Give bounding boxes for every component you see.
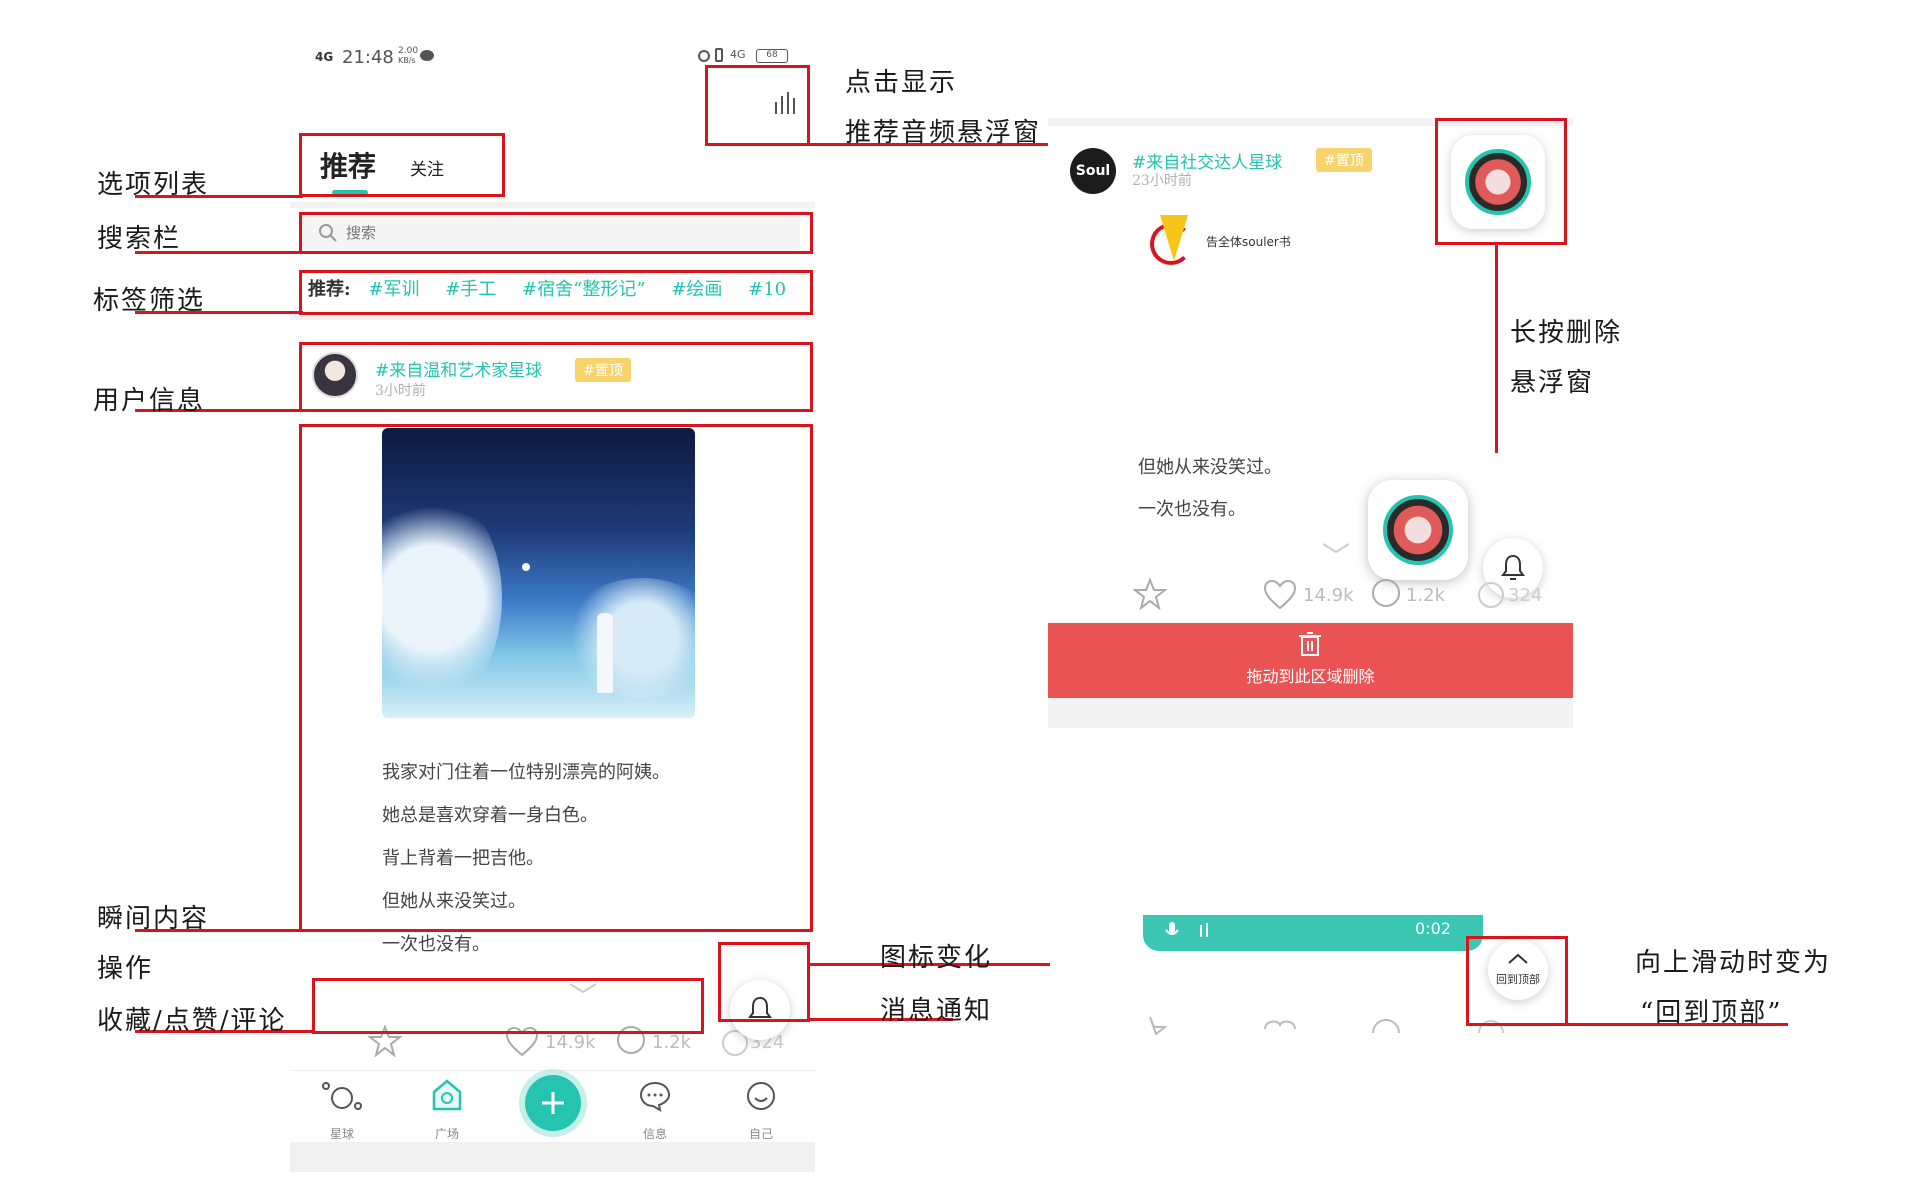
annotation-label-search: 搜索栏 [97,224,182,254]
annotation-label-audio-float: 推荐音频悬浮窗 [845,118,1042,148]
wechat-icon [420,50,434,61]
annotation-label-operations-detail: 收藏/点赞/评论 [97,1006,287,1036]
mic-icon [1165,922,1179,935]
annotation-box-search [299,212,813,254]
annotation-label-slideup-2: “回到顶部” [1640,998,1783,1028]
nav-label-square[interactable]: 广场 [417,1125,477,1142]
like-count: 14.9k [545,1032,596,1053]
star-icon[interactable] [1133,1015,1167,1035]
heart-icon[interactable] [1263,580,1297,610]
add-post-button[interactable] [525,1075,581,1131]
delete-zone-label: 拖动到此区域删除 [1246,667,1375,686]
square-icon[interactable] [430,1078,464,1112]
smile-icon[interactable] [745,1080,777,1112]
delete-drop-zone[interactable]: 拖动到此区域删除 [1048,623,1573,698]
vibrate-icon [715,48,723,62]
annotation-label-click-show: 点击显示 [845,68,958,98]
annotation-box-backtop [1466,936,1568,1026]
souler-banner[interactable]: 告全体souler书 [1138,213,1318,268]
alarm-icon [698,50,710,62]
comment-count: 1.2k [652,1032,692,1053]
annotation-box-audio [705,65,810,146]
audio-wave-icon [1200,923,1208,937]
annotation-label-tags: 标签筛选 [93,286,206,316]
annotation-label-content: 瞬间内容 [97,904,210,934]
nav-label-planet[interactable]: 星球 [312,1125,372,1142]
banner-text: 告全体souler书 [1206,235,1291,249]
status-time: 21:48 [342,47,394,68]
soul-avatar-text: Soul [1075,163,1111,179]
share-count: 324 [1508,585,1543,606]
annotation-box-tabs [299,133,505,197]
heart-icon[interactable] [1263,1015,1297,1035]
battery-level: 68 [766,50,778,60]
status-speed-top: 2.00 [398,46,419,56]
annotation-box-notify [718,942,810,1022]
soul-avatar[interactable]: Soul [1070,148,1116,194]
comment-count: 1.2k [1406,585,1446,606]
expand-chevron-icon[interactable] [1321,542,1351,554]
comment-icon[interactable] [1370,1015,1402,1035]
star-icon[interactable] [1133,578,1167,610]
battery-icon: 68 [756,49,788,63]
trash-icon [1299,632,1321,656]
annotation-label-slideup-1: 向上滑动时变为 [1635,948,1832,978]
annotation-label-longpress-1: 长按删除 [1510,318,1623,348]
message-icon[interactable] [638,1080,672,1112]
annotation-box-longpress [1435,118,1567,245]
audio-float-disc-dragging[interactable] [1368,480,1468,580]
annotation-label-notification: 消息通知 [880,996,993,1026]
annotation-label-operations: 操作 [97,954,154,984]
annotation-label-longpress-2: 悬浮窗 [1510,368,1595,398]
share-icon[interactable] [1476,580,1506,610]
like-count: 14.9k [1303,585,1354,606]
status-right-network: 4G [730,48,746,61]
annotation-box-actions [312,978,704,1034]
nav-label-message[interactable]: 信息 [625,1125,685,1142]
audio-time: 0:02 [1415,919,1451,938]
right-bottom-gray [1048,698,1573,728]
post-line: 但她从来没笑过。 [1138,457,1282,478]
annotation-label-icon-change: 图标变化 [880,943,993,973]
audio-player-bar[interactable]: 0:02 [1143,915,1483,951]
banner-triangle [1160,215,1188,261]
bell-icon [1501,554,1525,580]
pin-badge: #置顶 [1316,148,1372,172]
tab-divider [290,202,815,208]
annotation-vline-longpress [1495,243,1498,453]
post-line: 一次也没有。 [382,934,490,955]
nav-label-self[interactable]: 自己 [731,1125,791,1142]
annotation-box-user [299,342,813,412]
post-time: 23小时前 [1132,173,1192,189]
bottom-gray-band [290,1142,815,1172]
annotation-box-content [299,424,813,932]
annotation-label-tabs: 选项列表 [97,170,210,200]
record-disc-icon [1383,495,1453,565]
plus-icon [542,1092,564,1114]
status-speed-bottom: KB/s [398,56,416,65]
planet-icon[interactable] [320,1080,364,1112]
bottom-nav-divider [290,1070,815,1071]
post-line: 一次也没有。 [1138,499,1246,520]
status-network: 4G [315,50,334,64]
comment-icon[interactable] [1370,578,1402,610]
annotation-box-tags [299,270,813,315]
annotation-label-user: 用户信息 [93,386,206,416]
